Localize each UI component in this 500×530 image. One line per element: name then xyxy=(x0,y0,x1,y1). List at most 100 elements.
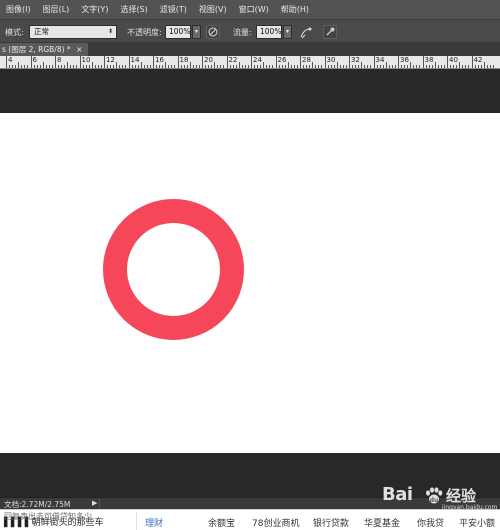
opacity-dropdown-button[interactable]: ▾ xyxy=(192,25,201,39)
ruler-tick xyxy=(88,65,90,68)
ruler-tick xyxy=(27,65,29,68)
ruler-tick xyxy=(459,62,461,68)
ruler-tick xyxy=(211,65,213,68)
airbrush-icon[interactable] xyxy=(298,25,312,39)
menu-filter[interactable]: 滤镜(T) xyxy=(160,4,187,15)
opacity-label: 不透明度: xyxy=(127,28,162,37)
ruler-tick xyxy=(162,65,164,68)
ruler-tick xyxy=(425,65,427,68)
ruler-tick xyxy=(171,65,173,68)
flow-dropdown-button[interactable]: ▾ xyxy=(283,25,292,39)
nav-link-yuebao[interactable]: 余额宝 xyxy=(208,510,235,530)
ruler-tick xyxy=(361,62,363,68)
ruler-label: 28 xyxy=(302,56,311,64)
document-tab[interactable]: s (图层 2, RGB/8) * × xyxy=(0,43,89,56)
ruler-tick xyxy=(489,65,491,68)
ruler-tick xyxy=(404,65,406,68)
ruler-label: 42 xyxy=(473,56,483,64)
ruler-tick xyxy=(94,65,96,68)
ruler-tick xyxy=(336,62,338,68)
nav-link-licai[interactable]: 理财 xyxy=(145,510,163,530)
ruler-tick xyxy=(100,65,102,68)
browser-strip: 回复卖出去可借贷知多少 ▌▌▌▌朝鲜街头的那些车 理财 余额宝 78创业商机 银… xyxy=(0,509,500,530)
ruler-tick xyxy=(198,65,200,68)
ruler-tick xyxy=(15,65,17,68)
news-headline-partial: 回复卖出去可借贷知多少 xyxy=(4,512,92,521)
ruler-tick xyxy=(18,62,20,68)
ruler-tick xyxy=(352,65,354,68)
ruler-tick xyxy=(107,65,109,68)
ruler-tick xyxy=(128,56,130,68)
nav-link-niwodai[interactable]: 你我贷 xyxy=(417,510,444,530)
ruler-tick xyxy=(168,65,170,68)
nav-link-huaxia-fund[interactable]: 华夏基金 xyxy=(364,510,400,530)
ruler-tick xyxy=(73,65,75,68)
document-tab-label: s (图层 2, RGB/8) * xyxy=(2,45,71,54)
ruler-tick xyxy=(137,65,139,68)
ruler-tick xyxy=(67,62,69,68)
ruler-tick xyxy=(422,56,424,68)
nav-link-pingan[interactable]: 平安小额 xyxy=(459,510,495,530)
ruler-tick xyxy=(281,65,283,68)
ruler-tick xyxy=(483,62,485,68)
pen-pressure-icon[interactable] xyxy=(206,25,220,39)
news-headline[interactable]: 回复卖出去可借贷知多少 ▌▌▌▌朝鲜街头的那些车 xyxy=(0,510,135,530)
ruler-tick xyxy=(462,65,464,68)
ruler-tick xyxy=(401,65,403,68)
status-menu-arrow-icon[interactable]: ▶ xyxy=(92,499,97,507)
ruler-label: 4 xyxy=(8,56,13,64)
ruler-label: 32 xyxy=(351,56,360,64)
menu-window[interactable]: 窗口(W) xyxy=(239,4,269,15)
flow-input[interactable]: 100% xyxy=(256,25,282,39)
ruler-tick xyxy=(24,65,26,68)
nav-link-startup[interactable]: 78创业商机 xyxy=(252,510,299,530)
ruler-tick xyxy=(447,56,448,68)
ruler-tick xyxy=(238,62,240,68)
ruler-tick xyxy=(349,56,350,68)
ruler-tick xyxy=(364,65,366,68)
ruler-tick xyxy=(33,65,35,68)
opacity-input[interactable]: 100% xyxy=(165,25,191,39)
ruler-tick xyxy=(183,65,185,68)
ruler-tick xyxy=(290,65,292,68)
menu-select[interactable]: 选择(S) xyxy=(120,4,147,15)
ruler-tick xyxy=(260,65,262,68)
ruler-tick xyxy=(370,65,372,68)
ruler-label: 38 xyxy=(424,56,434,64)
ruler-tick xyxy=(226,56,228,68)
ruler-tick xyxy=(6,56,7,68)
ruler-tick xyxy=(333,65,335,68)
options-bar: 模式: 正常 ⬍ 不透明度: 100% ▾ 流量: 100% ▾ xyxy=(0,19,500,43)
ruler-tick xyxy=(140,62,142,68)
ruler-tick xyxy=(21,65,23,68)
ruler-tick xyxy=(309,65,311,68)
brush-settings-icon[interactable] xyxy=(323,25,337,39)
red-ring-shape xyxy=(103,199,244,340)
menu-type[interactable]: 文字(Y) xyxy=(81,4,108,15)
horizontal-ruler[interactable]: 4 6 8 10 12 14 16 18 20 22 24 26 28 30 32 34 36 38 40 42 xyxy=(0,56,500,69)
document-canvas[interactable] xyxy=(0,113,500,453)
menu-view[interactable]: 视图(V) xyxy=(199,4,227,15)
ruler-tick xyxy=(113,65,115,68)
ruler-tick xyxy=(186,65,188,68)
ruler-tick xyxy=(428,65,430,68)
ruler-tick xyxy=(492,65,494,68)
ruler-tick xyxy=(355,65,357,68)
ruler-tick xyxy=(278,65,280,68)
close-icon[interactable]: × xyxy=(76,45,82,54)
menu-help[interactable]: 帮助(H) xyxy=(281,4,309,15)
ruler-tick xyxy=(394,65,396,68)
ruler-tick xyxy=(208,65,210,68)
ruler-tick xyxy=(413,65,415,68)
ruler-tick xyxy=(321,65,323,68)
blend-mode-dropdown[interactable]: 正常 ⬍ xyxy=(29,25,117,39)
menu-layer[interactable]: 图层(L) xyxy=(43,4,70,15)
nav-link-bank-loan[interactable]: 银行贷款 xyxy=(313,510,349,530)
ruler-tick xyxy=(247,65,249,68)
ruler-tick xyxy=(192,65,194,68)
ruler-tick xyxy=(79,56,81,68)
ruler-tick xyxy=(456,65,458,68)
menu-image[interactable]: 图像(I) xyxy=(6,4,31,15)
ruler-tick xyxy=(324,56,326,68)
ruler-tick xyxy=(254,65,256,68)
